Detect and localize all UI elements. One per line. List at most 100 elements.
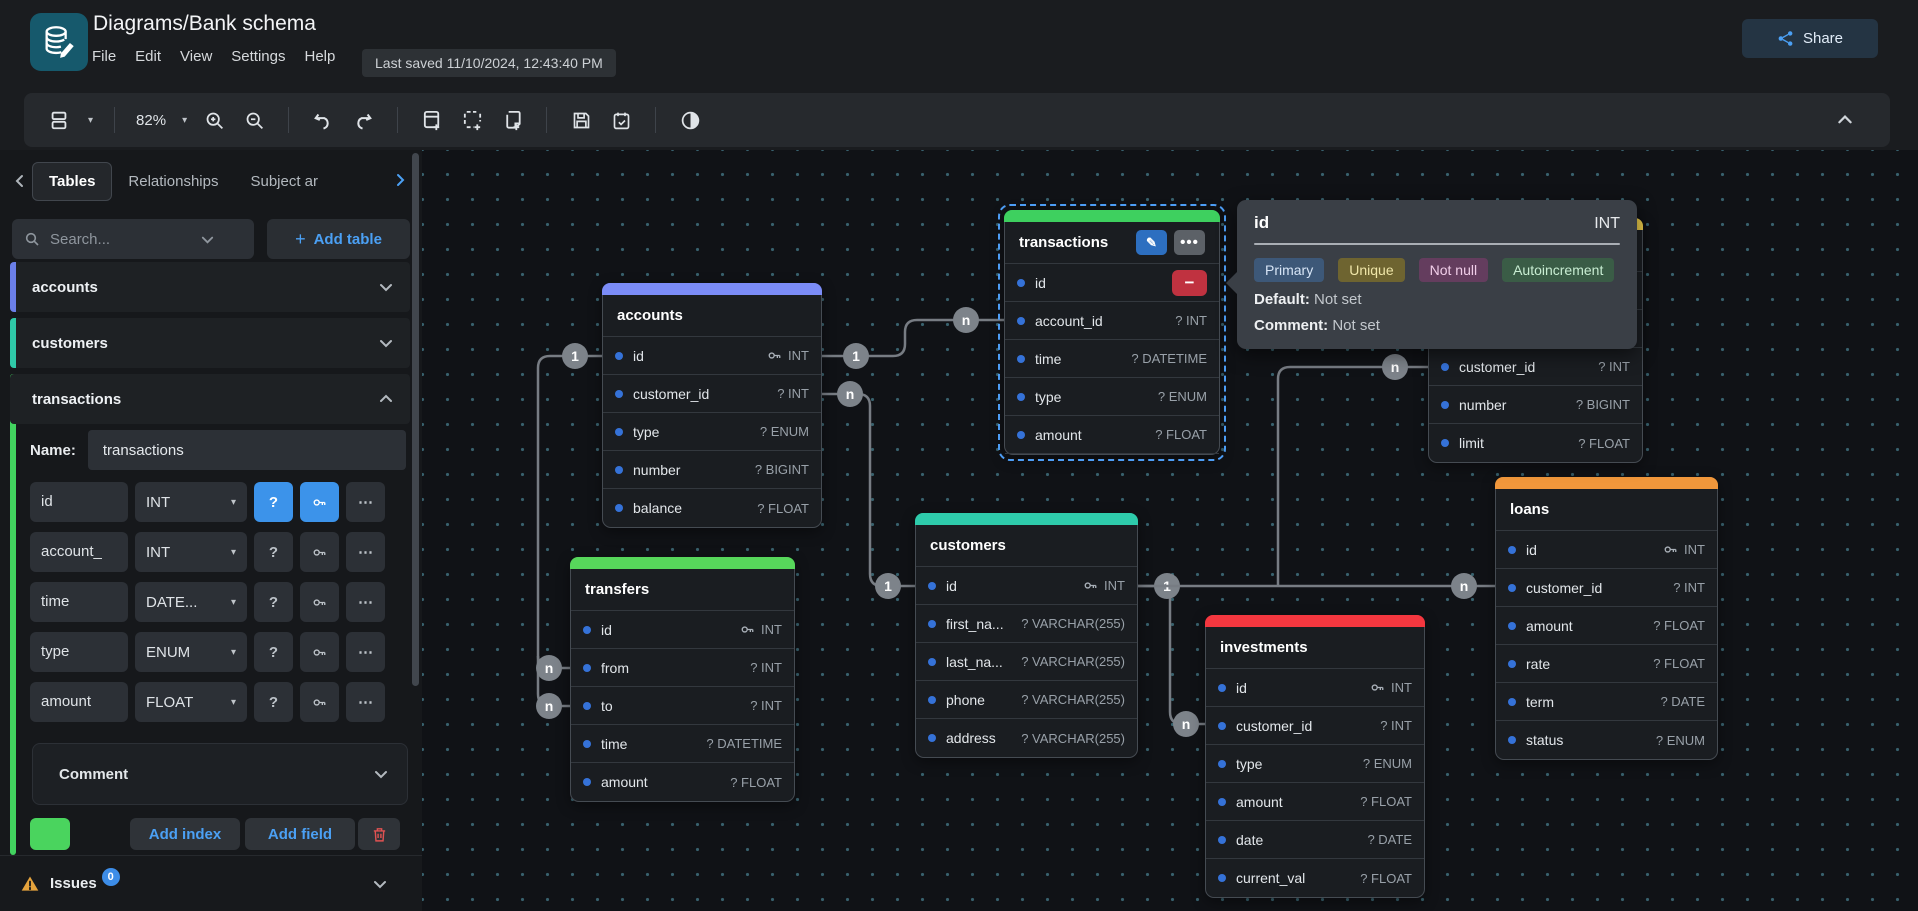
- table-field-row[interactable]: time? DATETIME: [1005, 340, 1219, 378]
- chevron-down-icon[interactable]: [378, 279, 394, 295]
- table-field-row[interactable]: customer_id? INT: [1206, 707, 1424, 745]
- canvas-table-customers[interactable]: customersidINTfirst_na...? VARCHAR(255)l…: [915, 513, 1138, 758]
- table-color-swatch[interactable]: [30, 818, 70, 850]
- table-field-row[interactable]: term? DATE: [1496, 683, 1717, 721]
- sidebar-scrollbar[interactable]: [412, 153, 419, 686]
- table-field-row[interactable]: last_na...? VARCHAR(255): [916, 643, 1137, 681]
- add-area-icon[interactable]: [459, 107, 485, 133]
- menu-view[interactable]: View: [180, 48, 212, 65]
- search-box[interactable]: [12, 219, 254, 259]
- table-field-row[interactable]: customer_id? INT: [1429, 348, 1642, 386]
- table-field-row[interactable]: current_val? FLOAT: [1206, 859, 1424, 897]
- nullable-toggle-button[interactable]: ?: [254, 582, 293, 622]
- table-field-row[interactable]: number? BIGINT: [1429, 386, 1642, 424]
- nullable-toggle-button[interactable]: ?: [254, 632, 293, 672]
- primary-key-toggle-button[interactable]: [300, 582, 339, 622]
- table-name-input[interactable]: [88, 430, 406, 470]
- table-field-row[interactable]: number? BIGINT: [603, 451, 821, 489]
- table-field-row[interactable]: id−: [1005, 264, 1219, 302]
- table-field-row[interactable]: account_id? INT: [1005, 302, 1219, 340]
- delete-field-button[interactable]: −: [1172, 270, 1207, 296]
- todo-icon[interactable]: [608, 107, 634, 133]
- table-field-row[interactable]: limit? FLOAT: [1429, 424, 1642, 462]
- save-icon[interactable]: [568, 107, 594, 133]
- table-field-row[interactable]: amount? FLOAT: [571, 763, 794, 801]
- table-field-row[interactable]: idINT: [916, 567, 1137, 605]
- field-name-input[interactable]: time: [30, 582, 128, 622]
- table-field-row[interactable]: amount? FLOAT: [1496, 607, 1717, 645]
- table-field-row[interactable]: address? VARCHAR(255): [916, 719, 1137, 757]
- table-field-row[interactable]: to? INT: [571, 687, 794, 725]
- nullable-toggle-button[interactable]: ?: [254, 532, 293, 572]
- field-more-options-button[interactable]: ⋯: [346, 482, 385, 522]
- field-name-input[interactable]: type: [30, 632, 128, 672]
- search-options-chevron-icon[interactable]: [200, 232, 215, 247]
- table-field-row[interactable]: amount? FLOAT: [1005, 416, 1219, 454]
- delete-table-button[interactable]: [358, 818, 400, 850]
- canvas-table-investments[interactable]: investmentsidINTcustomer_id? INTtype? EN…: [1205, 615, 1425, 898]
- add-table-button[interactable]: + Add table: [267, 219, 410, 259]
- chevron-down-icon[interactable]: [378, 335, 394, 351]
- primary-key-toggle-button[interactable]: [300, 482, 339, 522]
- field-more-options-button[interactable]: ⋯: [346, 582, 385, 622]
- menu-file[interactable]: File: [92, 48, 116, 65]
- tabs-scroll-right-icon[interactable]: [392, 172, 412, 188]
- field-more-options-button[interactable]: ⋯: [346, 682, 385, 722]
- add-table-icon[interactable]: [419, 107, 445, 133]
- redo-icon[interactable]: [350, 107, 376, 133]
- chevron-down-icon[interactable]: [372, 876, 388, 892]
- sidebar-item-accounts[interactable]: accounts: [10, 262, 410, 312]
- table-more-options-button[interactable]: •••: [1174, 230, 1205, 255]
- canvas-table-loans[interactable]: loansidINTcustomer_id? INTamount? FLOATr…: [1495, 477, 1718, 760]
- table-field-row[interactable]: idINT: [1496, 531, 1717, 569]
- sidebar-item-transactions[interactable]: transactions: [10, 374, 410, 424]
- primary-key-toggle-button[interactable]: [300, 632, 339, 672]
- table-field-row[interactable]: status? ENUM: [1496, 721, 1717, 759]
- table-field-row[interactable]: customer_id? INT: [1496, 569, 1717, 607]
- diagram-layout-icon[interactable]: [46, 107, 72, 133]
- table-title[interactable]: transactions✎•••: [1005, 222, 1219, 264]
- layout-caret-icon[interactable]: ▾: [88, 115, 93, 126]
- undo-icon[interactable]: [310, 107, 336, 133]
- zoom-in-icon[interactable]: [201, 107, 227, 133]
- field-type-select[interactable]: FLOAT▾: [135, 682, 247, 722]
- table-title[interactable]: transfers: [571, 569, 794, 611]
- theme-toggle-icon[interactable]: [677, 107, 703, 133]
- table-field-row[interactable]: balance? FLOAT: [603, 489, 821, 527]
- nullable-toggle-button[interactable]: ?: [254, 682, 293, 722]
- table-title[interactable]: accounts: [603, 295, 821, 337]
- collapse-toolbar-icon[interactable]: [1836, 111, 1854, 129]
- canvas-table-transactions[interactable]: transactions✎•••id−account_id? INTtime? …: [1004, 210, 1220, 455]
- canvas-table-transfers[interactable]: transfersidINTfrom? INTto? INTtime? DATE…: [570, 557, 795, 802]
- field-type-select[interactable]: INT▾: [135, 532, 247, 572]
- tab-relationships[interactable]: Relationships: [112, 163, 234, 200]
- nullable-toggle-button[interactable]: ?: [254, 482, 293, 522]
- primary-key-toggle-button[interactable]: [300, 682, 339, 722]
- table-field-row[interactable]: from? INT: [571, 649, 794, 687]
- comment-section[interactable]: Comment: [32, 743, 408, 805]
- table-field-row[interactable]: idINT: [603, 337, 821, 375]
- field-name-input[interactable]: id: [30, 482, 128, 522]
- table-field-row[interactable]: amount? FLOAT: [1206, 783, 1424, 821]
- field-more-options-button[interactable]: ⋯: [346, 532, 385, 572]
- diagram-canvas[interactable]: 1nn1nn11nnn accountsidINTcustomer_id? IN…: [422, 150, 1918, 911]
- field-more-options-button[interactable]: ⋯: [346, 632, 385, 672]
- table-field-row[interactable]: date? DATE: [1206, 821, 1424, 859]
- table-field-row[interactable]: idINT: [571, 611, 794, 649]
- tab-tables[interactable]: Tables: [32, 162, 112, 201]
- field-name-input[interactable]: amount: [30, 682, 128, 722]
- menu-settings[interactable]: Settings: [231, 48, 285, 65]
- table-title[interactable]: customers: [916, 525, 1137, 567]
- table-field-row[interactable]: phone? VARCHAR(255): [916, 681, 1137, 719]
- menu-edit[interactable]: Edit: [135, 48, 161, 65]
- zoom-caret-icon[interactable]: ▾: [182, 115, 187, 126]
- field-type-select[interactable]: DATE...▾: [135, 582, 247, 622]
- field-name-input[interactable]: account_: [30, 532, 128, 572]
- table-field-row[interactable]: first_na...? VARCHAR(255): [916, 605, 1137, 643]
- add-note-icon[interactable]: [499, 107, 525, 133]
- share-button[interactable]: Share: [1742, 19, 1878, 58]
- issues-bar[interactable]: Issues 0: [0, 855, 422, 911]
- table-field-row[interactable]: type? ENUM: [1005, 378, 1219, 416]
- chevron-up-icon[interactable]: [378, 391, 394, 407]
- add-field-button[interactable]: Add field: [245, 818, 355, 850]
